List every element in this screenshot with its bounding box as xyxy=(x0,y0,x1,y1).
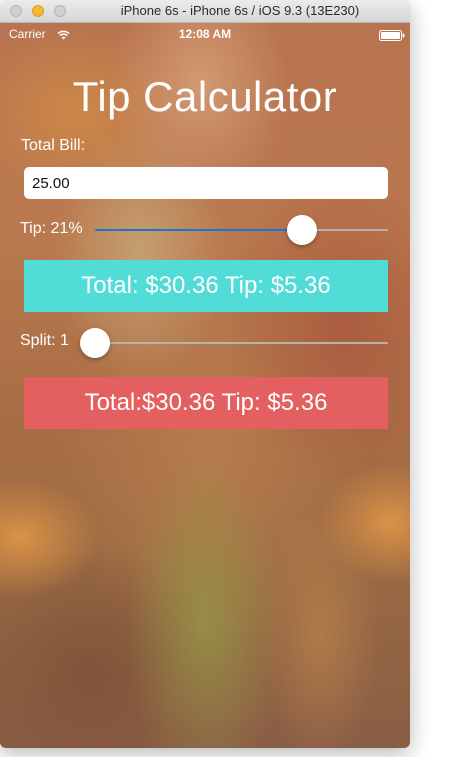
tip-slider-fill xyxy=(95,229,309,231)
split-slider-thumb[interactable] xyxy=(80,328,110,358)
minimize-window-button[interactable] xyxy=(32,5,44,17)
simulator-window: iPhone 6s - iPhone 6s / iOS 9.3 (13E230)… xyxy=(0,0,410,748)
battery-icon xyxy=(379,30,405,44)
total-bill-label: Total Bill: xyxy=(21,137,86,154)
split-total-result: Total:$30.36 Tip: $5.36 xyxy=(24,377,388,429)
app-title: Tip Calculator xyxy=(72,73,338,120)
status-time: 12:08 AM xyxy=(178,27,232,41)
close-window-button[interactable] xyxy=(10,5,22,17)
split-slider[interactable] xyxy=(80,328,388,358)
tip-slider[interactable] xyxy=(95,215,388,245)
bill-amount-input[interactable] xyxy=(24,167,388,199)
window-title: iPhone 6s - iPhone 6s / iOS 9.3 (13E230) xyxy=(120,3,360,18)
tip-percent-label: Tip: 21% xyxy=(20,220,83,237)
zoom-window-button[interactable] xyxy=(54,5,66,17)
window-titlebar: iPhone 6s - iPhone 6s / iOS 9.3 (13E230) xyxy=(0,0,410,23)
status-bar: Carrier 12:08 AM xyxy=(0,23,410,45)
split-slider-track xyxy=(80,342,388,344)
phone-screen: Carrier 12:08 AM Tip Calculator Total Bi… xyxy=(0,23,410,748)
total-tip-result: Total: $30.36 Tip: $5.36 xyxy=(24,260,388,312)
tip-slider-thumb[interactable] xyxy=(286,215,317,245)
split-count-label: Split: 1 xyxy=(20,332,69,349)
